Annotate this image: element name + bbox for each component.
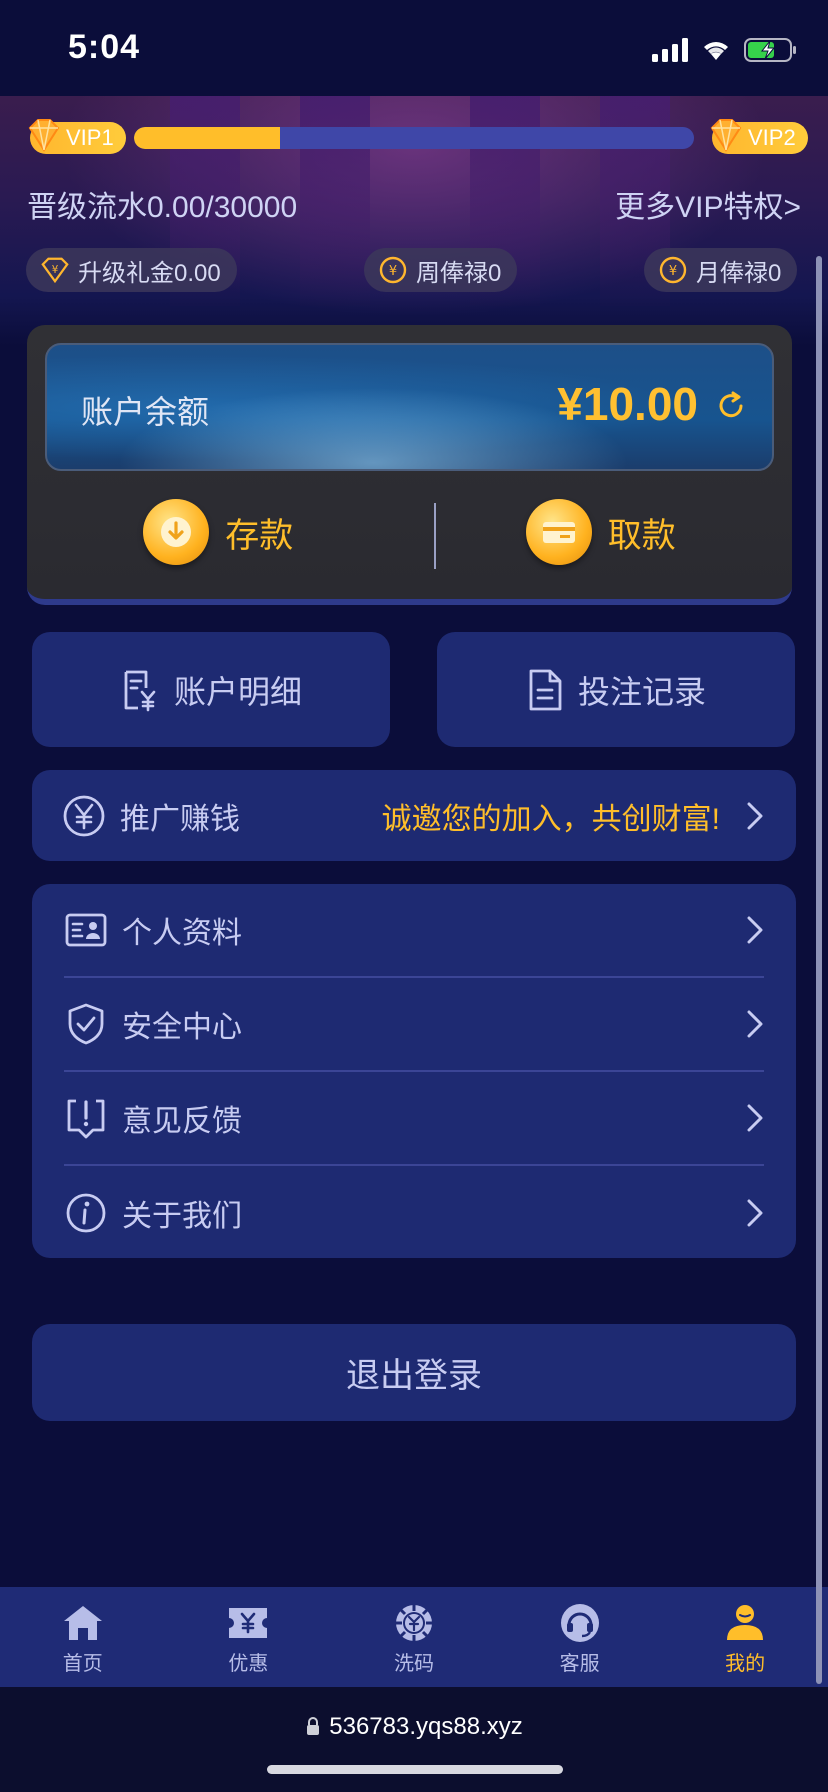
balance-actions: 存款 取款 [27,495,792,569]
chip-icon [395,1605,432,1641]
tab-label: 优惠 [228,1653,269,1675]
tab-support[interactable]: 客服 [497,1587,663,1687]
tab-label: 我的 [725,1653,766,1675]
status-icons [652,34,798,66]
account-detail-label: 账户明细 [173,673,302,710]
promo-referral-row[interactable]: 推广赚钱 诚邀您的加入，共创财富! [32,770,796,861]
diamond-icon [710,119,742,152]
wifi-icon [704,42,728,60]
svg-text:¥: ¥ [52,264,59,276]
withdraw-icon [525,499,592,565]
deposit-button[interactable]: 存款 [27,495,410,569]
browser-url-bar: 536783.yqs88.xyz [0,1687,828,1792]
tab-rebate[interactable]: 洗码 [331,1587,497,1687]
vip-current-badge: VIP1 [28,119,126,154]
tab-home[interactable]: 首页 [0,1587,166,1687]
signal-icon [652,38,688,62]
menu-item-security[interactable]: 安全中心 [64,978,764,1072]
tab-label: 首页 [62,1653,103,1675]
bet-record-button[interactable]: 投注记录 [437,632,795,747]
chip-label: 周俸禄0 [416,259,502,287]
url-display[interactable]: 536783.yqs88.xyz [0,1713,828,1741]
diamond-icon [28,119,60,152]
yen-coin-icon: ¥ [378,255,408,285]
promo-slogan: 诚邀您的加入，共创财富! [381,802,720,836]
menu-item-about[interactable]: 关于我们 [64,1166,764,1260]
chevron-right-icon [747,1199,763,1227]
monthly-salary-chip[interactable]: ¥ 月俸禄0 [644,248,798,292]
tab-label: 客服 [559,1653,600,1675]
deposit-icon [143,499,210,565]
scrollbar[interactable] [816,256,822,1684]
battery-icon [744,38,796,62]
home-indicator [267,1765,563,1774]
id-card-icon [65,913,107,947]
menu-item-label: 关于我们 [122,1200,242,1233]
balance-card: 账户余额 ¥10.00 存款 取款 [27,325,792,605]
svg-text:¥: ¥ [669,264,677,279]
vip-progress-bar [134,127,694,149]
bottom-tab-bar: 首页 优惠 洗码 客服 我的 [0,1587,828,1687]
vip-next-label: VIP2 [748,125,796,150]
headset-icon [560,1604,599,1642]
upgrade-bonus-chip[interactable]: ¥ 升级礼金0.00 [26,248,237,292]
tab-label: 洗码 [393,1653,434,1675]
deposit-label: 存款 [225,516,294,555]
feedback-icon [67,1099,105,1139]
tab-promotions[interactable]: 优惠 [166,1587,332,1687]
vip-current-label: VIP1 [66,125,114,150]
url-text: 536783.yqs88.xyz [329,1713,523,1740]
logout-button[interactable]: 退出登录 [32,1324,796,1421]
home-icon [63,1606,102,1640]
withdraw-button[interactable]: 取款 [410,495,793,569]
account-detail-button[interactable]: 账户明细 [32,632,390,747]
menu-item-label: 安全中心 [122,1011,242,1044]
menu-item-feedback[interactable]: 意见反馈 [64,1072,764,1166]
svg-text:¥: ¥ [389,264,397,279]
balance-panel: 账户余额 ¥10.00 [45,343,774,471]
lock-icon [307,1717,320,1735]
bet-record-label: 投注记录 [577,673,706,710]
weekly-salary-chip[interactable]: ¥ 周俸禄0 [364,248,518,292]
logout-label: 退出登录 [346,1357,482,1395]
chevron-right-icon [747,802,763,829]
user-icon [727,1605,764,1640]
yen-circle-icon [63,795,105,836]
chevron-right-icon [747,916,763,944]
balance-amount: ¥10.00 [557,378,698,430]
status-bar: 5:04 [0,0,828,96]
vip-progress-fill [134,127,280,149]
status-time: 5:04 [68,28,141,66]
yen-coin-icon: ¥ [658,255,688,285]
tab-mine[interactable]: 我的 [662,1587,828,1687]
chevron-right-icon [747,1010,763,1038]
vip-hero: VIP1 VIP2 晋级流水0.00/30000 更多VIP特权> ¥ 升级礼金… [0,96,828,346]
shield-icon [68,1003,104,1045]
vip-next-badge: VIP2 [710,119,808,154]
document-icon [529,669,562,710]
settings-menu: 个人资料 安全中心 意见反馈 关于我们 [32,884,796,1258]
balance-label: 账户余额 [81,394,210,430]
upgrade-progress-text: 晋级流水0.00/30000 [27,191,298,224]
menu-item-label: 意见反馈 [122,1105,242,1138]
chip-label: 月俸禄0 [696,259,782,287]
bill-yen-icon [124,670,156,711]
action-divider [434,503,436,569]
chevron-right-icon [747,1104,763,1132]
withdraw-label: 取款 [607,516,676,555]
more-vip-link[interactable]: 更多VIP特权> [615,182,801,226]
chip-label: 升级礼金0.00 [78,259,221,287]
promo-label: 推广赚钱 [120,802,240,836]
menu-item-profile[interactable]: 个人资料 [64,884,764,978]
refresh-icon[interactable] [714,389,748,423]
ticket-icon [229,1608,268,1638]
info-icon [66,1193,106,1233]
diamond-yen-icon: ¥ [40,255,70,285]
menu-item-label: 个人资料 [122,917,242,950]
